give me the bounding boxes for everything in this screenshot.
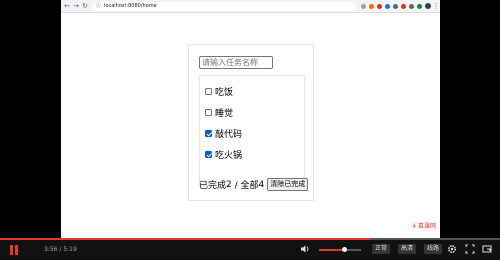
time-current: 3:56: [44, 246, 58, 253]
reload-icon[interactable]: ↻: [81, 2, 89, 10]
task-checkbox[interactable]: [205, 87, 212, 95]
extension-icon[interactable]: [385, 4, 390, 9]
extension-icon[interactable]: [369, 4, 374, 9]
task-checkbox[interactable]: [205, 129, 212, 137]
volume-fill: [319, 249, 345, 251]
forward-icon[interactable]: →: [72, 2, 80, 10]
info-icon: ⓘ: [96, 3, 102, 9]
site-watermark: 4 慕课网: [412, 223, 436, 230]
quality-normal-button[interactable]: 正常: [372, 244, 391, 254]
task-label: 敲代码: [215, 129, 243, 140]
time-display: 3:56 / 5:19: [44, 246, 77, 253]
address-url: localhost:8080/home: [104, 3, 157, 9]
task-item[interactable]: 睡觉: [205, 106, 234, 119]
address-bar[interactable]: ⓘ localhost:8080/home: [92, 2, 356, 11]
task-item[interactable]: 吃火锅: [205, 148, 243, 161]
extension-icon[interactable]: [409, 4, 414, 9]
task-name-input[interactable]: [199, 56, 273, 69]
completed-prefix: 已完成: [199, 181, 227, 191]
settings-gear-icon[interactable]: [447, 244, 457, 254]
volume-icon[interactable]: [300, 244, 310, 254]
web-fullscreen-icon[interactable]: [465, 244, 475, 254]
browser-toolbar: ← → ↻ ⓘ localhost:8080/home ⋮: [61, 0, 440, 13]
extension-icon[interactable]: [417, 4, 422, 9]
total-count: 4: [258, 179, 265, 190]
back-icon[interactable]: ←: [63, 2, 71, 10]
fullscreen-icon[interactable]: [482, 244, 492, 254]
video-player-controls: 3:56 / 5:19 正常 高清 线路: [0, 238, 500, 260]
route-button[interactable]: 线路: [424, 244, 443, 254]
browser-window: ← → ↻ ⓘ localhost:8080/home ⋮ 吃饭: [61, 0, 440, 238]
task-checkbox[interactable]: [205, 150, 212, 158]
task-item[interactable]: 吃饭: [205, 85, 234, 98]
task-checkbox[interactable]: [205, 108, 212, 116]
pause-icon[interactable]: [10, 245, 18, 255]
progress-bar[interactable]: [0, 238, 500, 240]
extension-icon[interactable]: [361, 4, 366, 9]
time-total: 5:19: [63, 246, 77, 253]
extension-icon[interactable]: [377, 4, 382, 9]
video-frame: ← → ↻ ⓘ localhost:8080/home ⋮ 吃饭: [0, 0, 500, 260]
profile-avatar-icon[interactable]: [425, 3, 431, 9]
task-label: 吃饭: [215, 87, 234, 98]
task-summary: 已完成 2 / 全部 4 清除已完成: [199, 178, 309, 191]
volume-slider[interactable]: [319, 247, 361, 252]
task-list: 吃饭 睡觉 敲代码 吃火锅: [199, 75, 305, 186]
volume-knob[interactable]: [341, 247, 347, 252]
summary-separator: / 全部: [231, 181, 259, 191]
task-label: 睡觉: [215, 108, 234, 119]
task-label: 吃火锅: [215, 150, 243, 161]
extension-icon[interactable]: [401, 4, 406, 9]
todo-app-card: 吃饭 睡觉 敲代码 吃火锅 已完成2 / 全部4 清除已完成: [188, 44, 314, 201]
menu-icon[interactable]: ⋮: [432, 2, 440, 10]
progress-fill: [0, 238, 370, 240]
task-item[interactable]: 敲代码: [205, 127, 243, 140]
extension-icon[interactable]: [393, 4, 398, 9]
quality-hd-button[interactable]: 高清: [398, 244, 417, 254]
clear-completed-button[interactable]: 清除已完成: [267, 178, 309, 191]
